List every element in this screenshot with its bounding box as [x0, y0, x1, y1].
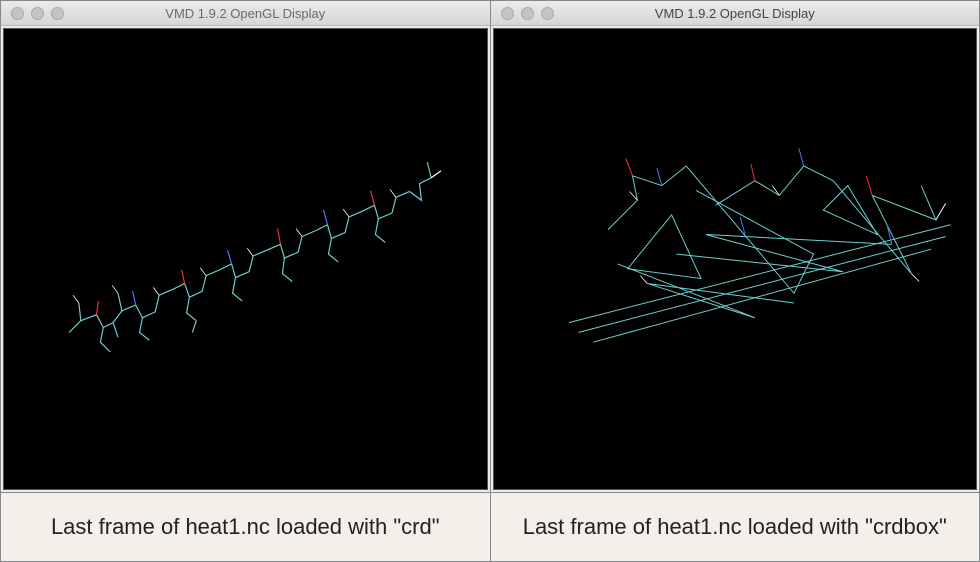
minimize-icon[interactable]	[31, 7, 44, 20]
molecule-render-crdbox	[494, 29, 977, 489]
window-title: VMD 1.9.2 OpenGL Display	[491, 6, 980, 21]
traffic-lights	[1, 7, 64, 20]
right-panel: VMD 1.9.2 OpenGL Display	[491, 1, 980, 561]
opengl-viewport[interactable]	[3, 28, 488, 490]
vmd-window-left: VMD 1.9.2 OpenGL Display	[1, 1, 490, 493]
titlebar[interactable]: VMD 1.9.2 OpenGL Display	[491, 1, 980, 26]
titlebar[interactable]: VMD 1.9.2 OpenGL Display	[1, 1, 490, 26]
comparison-container: VMD 1.9.2 OpenGL Display	[0, 0, 980, 562]
molecule-render-crd	[4, 29, 487, 489]
minimize-icon[interactable]	[521, 7, 534, 20]
zoom-icon[interactable]	[541, 7, 554, 20]
vmd-window-right: VMD 1.9.2 OpenGL Display	[491, 1, 980, 493]
opengl-viewport[interactable]	[493, 28, 978, 490]
close-icon[interactable]	[501, 7, 514, 20]
zoom-icon[interactable]	[51, 7, 64, 20]
close-icon[interactable]	[11, 7, 24, 20]
traffic-lights	[491, 7, 554, 20]
window-title: VMD 1.9.2 OpenGL Display	[1, 6, 490, 21]
left-panel: VMD 1.9.2 OpenGL Display	[1, 1, 491, 561]
caption-right: Last frame of heat1.nc loaded with "crdb…	[491, 493, 980, 561]
caption-left: Last frame of heat1.nc loaded with "crd"	[1, 493, 490, 561]
